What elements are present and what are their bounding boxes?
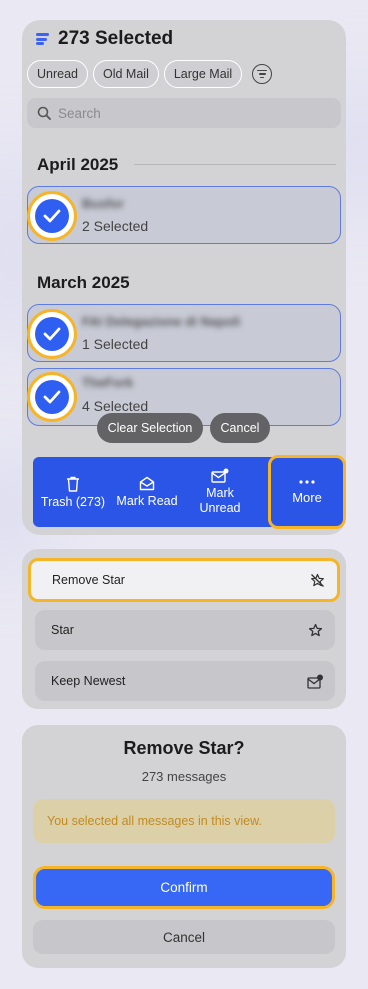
filter-chip-large-mail[interactable]: Large Mail: [163, 60, 243, 88]
section-header-march: March 2025: [37, 273, 130, 292]
dialog-title: Remove Star?: [123, 738, 245, 758]
checkmark-icon: [35, 380, 69, 414]
menu-item-label: Keep Newest: [51, 674, 126, 688]
filter-chips: Unread Old Mail Large Mail: [27, 60, 273, 88]
cancel-button[interactable]: Cancel: [33, 920, 335, 954]
sender-name: Busfor: [82, 196, 124, 211]
sender-group-busfor[interactable]: Busfor 2 Selected: [27, 186, 341, 244]
confirm-dialog: Remove Star? 273 messages You selected a…: [22, 725, 346, 968]
menu-item-keep-newest[interactable]: Keep Newest: [35, 661, 335, 701]
clear-selection-button[interactable]: Clear Selection: [97, 413, 203, 443]
checkmark-icon: [35, 317, 69, 351]
page-title: 273 Selected: [58, 28, 174, 49]
confirm-button[interactable]: Confirm: [33, 866, 335, 909]
trash-label: Trash (273): [40, 494, 106, 509]
more-actions-menu: Remove Star Star Keep Newest: [22, 549, 346, 709]
mark-unread-label: Mark Unread: [199, 486, 241, 515]
cancel-selection-button[interactable]: Cancel: [210, 413, 270, 443]
selected-checkbox[interactable]: [27, 309, 77, 359]
more-label: More: [292, 489, 322, 505]
trash-button[interactable]: Trash (273): [33, 457, 113, 527]
section-header-april: April 2025: [37, 155, 119, 174]
envelope-badge-icon: [211, 468, 229, 483]
mark-unread-button[interactable]: Mark Unread: [183, 457, 257, 527]
selected-count: 4 Selected: [82, 398, 149, 414]
filter-chip-unread[interactable]: Unread: [27, 60, 88, 88]
search-icon: [37, 106, 51, 120]
mark-read-button[interactable]: Mark Read: [113, 457, 181, 527]
menu-item-label: Star: [51, 623, 74, 637]
mail-selection-panel: 273 Selected Unread Old Mail Large Mail …: [22, 20, 346, 535]
selected-checkbox[interactable]: [27, 191, 77, 241]
sender-name: TheFork: [82, 375, 134, 390]
title-row: 273 Selected: [36, 28, 173, 50]
sender-name: FAI Delegazione di Napoli: [82, 314, 241, 329]
search-input[interactable]: Search: [27, 98, 341, 128]
menu-item-label: Remove Star: [52, 573, 125, 587]
search-placeholder: Search: [58, 105, 101, 121]
star-slash-icon: [311, 573, 324, 587]
sender-group-fai[interactable]: FAI Delegazione di Napoli 1 Selected: [27, 304, 341, 362]
selected-count: 2 Selected: [82, 218, 149, 234]
trash-icon: [67, 476, 79, 492]
filter-chip-old-mail[interactable]: Old Mail: [93, 60, 159, 88]
list-icon: [36, 32, 50, 46]
star-icon: [308, 623, 323, 636]
selected-count: 1 Selected: [82, 336, 149, 352]
section-divider: [134, 164, 336, 165]
ellipsis-icon: [299, 479, 315, 484]
dialog-subtitle: 273 messages: [141, 769, 227, 784]
selected-checkbox[interactable]: [27, 372, 77, 422]
menu-item-remove-star[interactable]: Remove Star: [28, 558, 340, 602]
mark-read-label: Mark Read: [116, 494, 178, 508]
checkmark-icon: [35, 199, 69, 233]
mail-badge-icon: [307, 674, 323, 689]
selection-notice: You selected all messages in this view.: [33, 799, 335, 843]
menu-item-star[interactable]: Star: [35, 610, 335, 650]
envelope-open-icon: [139, 476, 155, 491]
bulk-action-bar: Trash (273) Mark Read Mark Unread More: [33, 455, 346, 529]
filter-icon[interactable]: [252, 64, 273, 84]
more-button[interactable]: More: [268, 455, 346, 529]
